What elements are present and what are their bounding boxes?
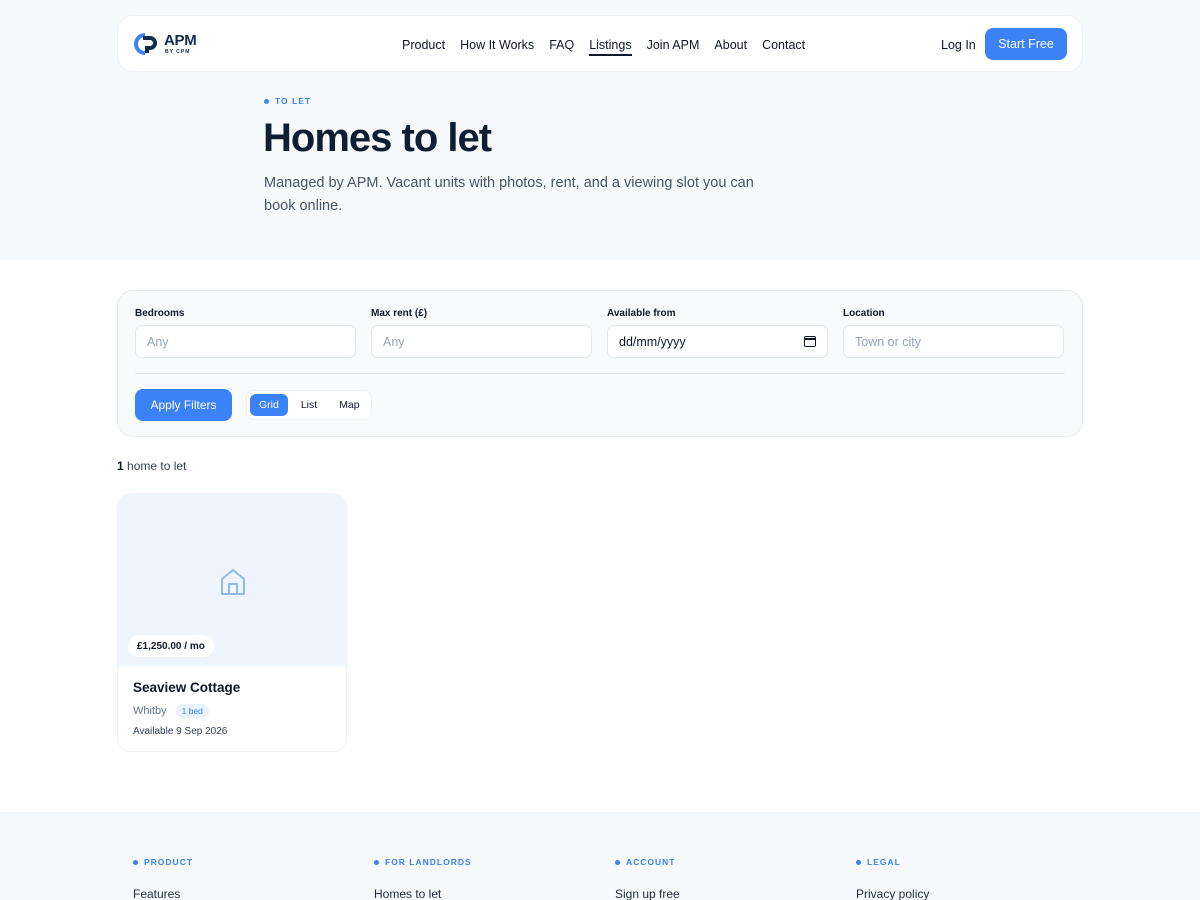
footer-column-legal: LEGAL Privacy policy	[856, 857, 929, 900]
main-nav: Product How It Works FAQ Listings Join A…	[402, 16, 805, 73]
listing-availability: Available 9 Sep 2026	[133, 726, 228, 737]
footer-column-landlords: FOR LANDLORDS Homes to let	[374, 857, 472, 900]
bedrooms-field: Bedrooms Any	[135, 308, 356, 358]
footer-heading-text: LEGAL	[867, 857, 901, 867]
filter-panel: Bedrooms Any Max rent (£) Any Available …	[117, 290, 1083, 437]
footer-column-product: PRODUCT Features	[133, 857, 193, 900]
bedrooms-placeholder: Any	[147, 334, 169, 349]
results-count-number: 1	[117, 459, 124, 473]
login-link[interactable]: Log In	[941, 16, 976, 73]
view-map-button[interactable]: Map	[330, 394, 368, 416]
max-rent-placeholder: Any	[383, 334, 405, 349]
available-from-field: Available from dd/mm/yyyy	[607, 308, 828, 358]
listing-meta: Whitby 1 bed	[133, 704, 209, 718]
page-title: Homes to let	[263, 116, 492, 160]
listing-title: Seaview Cottage	[133, 680, 241, 695]
apply-filters-button[interactable]: Apply Filters	[135, 389, 232, 421]
page-subtitle: Managed by APM. Vacant units with photos…	[264, 175, 754, 214]
nav-listings[interactable]: Listings	[589, 38, 632, 56]
footer-heading-text: ACCOUNT	[626, 857, 676, 867]
results-count-label: home to let	[123, 459, 187, 473]
footer-column-account: ACCOUNT Sign up free	[615, 857, 680, 900]
logo-subtext: BY CPM	[165, 48, 191, 55]
footer-heading: LEGAL	[856, 857, 929, 867]
footer-link-sign-up[interactable]: Sign up free	[615, 887, 680, 900]
price-badge: £1,250.00 / mo	[128, 635, 214, 657]
max-rent-label: Max rent (£)	[371, 308, 428, 319]
nav-product[interactable]: Product	[402, 38, 445, 52]
nav-about[interactable]: About	[714, 38, 747, 52]
location-input[interactable]: Town or city	[843, 325, 1064, 358]
start-free-button[interactable]: Start Free	[985, 28, 1067, 60]
available-from-value: dd/mm/yyyy	[619, 334, 686, 349]
footer-heading-text: FOR LANDLORDS	[385, 857, 472, 867]
view-toggle: Grid List Map	[246, 390, 372, 420]
logo[interactable]: APM BY CPM	[134, 31, 197, 55]
available-from-input[interactable]: dd/mm/yyyy	[607, 325, 828, 358]
house-icon	[221, 569, 245, 595]
results-count: 1 home to let	[117, 459, 186, 473]
bedrooms-input[interactable]: Any	[135, 325, 356, 358]
nav-join-apm[interactable]: Join APM	[647, 38, 700, 52]
max-rent-field: Max rent (£) Any	[371, 308, 592, 358]
view-grid-button[interactable]: Grid	[250, 394, 288, 416]
location-field: Location Town or city	[843, 308, 1064, 358]
view-list-button[interactable]: List	[292, 394, 326, 416]
footer-heading: FOR LANDLORDS	[374, 857, 472, 867]
nav-faq[interactable]: FAQ	[549, 38, 574, 52]
filter-divider	[135, 373, 1065, 374]
footer-link-homes-to-let[interactable]: Homes to let	[374, 887, 472, 900]
footer-heading-text: PRODUCT	[144, 857, 194, 867]
max-rent-input[interactable]: Any	[371, 325, 592, 358]
footer-link-privacy[interactable]: Privacy policy	[856, 887, 929, 900]
dot-icon	[615, 859, 620, 865]
nav-how-it-works[interactable]: How It Works	[460, 38, 534, 52]
site-header: APM BY CPM Product How It Works FAQ List…	[117, 15, 1083, 72]
site-footer: PRODUCT Features FOR LANDLORDS Homes to …	[0, 812, 1200, 900]
logo-wordmark: APM	[164, 31, 197, 49]
bedrooms-label: Bedrooms	[135, 308, 185, 319]
apm-logo-icon	[134, 32, 157, 55]
calendar-icon[interactable]	[804, 336, 816, 347]
hero-eyebrow: TO LET	[264, 96, 311, 106]
dot-icon	[264, 98, 269, 104]
footer-heading: PRODUCT	[133, 857, 193, 867]
nav-contact[interactable]: Contact	[762, 38, 805, 52]
bedrooms-badge: 1 bed	[175, 704, 209, 718]
footer-heading: ACCOUNT	[615, 857, 680, 867]
eyebrow-text: TO LET	[275, 96, 312, 106]
location-label: Location	[843, 308, 885, 319]
available-from-label: Available from	[607, 308, 676, 319]
location-placeholder: Town or city	[855, 334, 921, 349]
dot-icon	[856, 859, 861, 865]
listing-card[interactable]: £1,250.00 / mo Seaview Cottage Whitby 1 …	[117, 493, 347, 752]
dot-icon	[374, 859, 379, 865]
listing-image-placeholder: £1,250.00 / mo	[118, 494, 346, 666]
listing-town: Whitby	[133, 705, 167, 717]
footer-link-features[interactable]: Features	[133, 887, 193, 900]
dot-icon	[133, 859, 138, 865]
